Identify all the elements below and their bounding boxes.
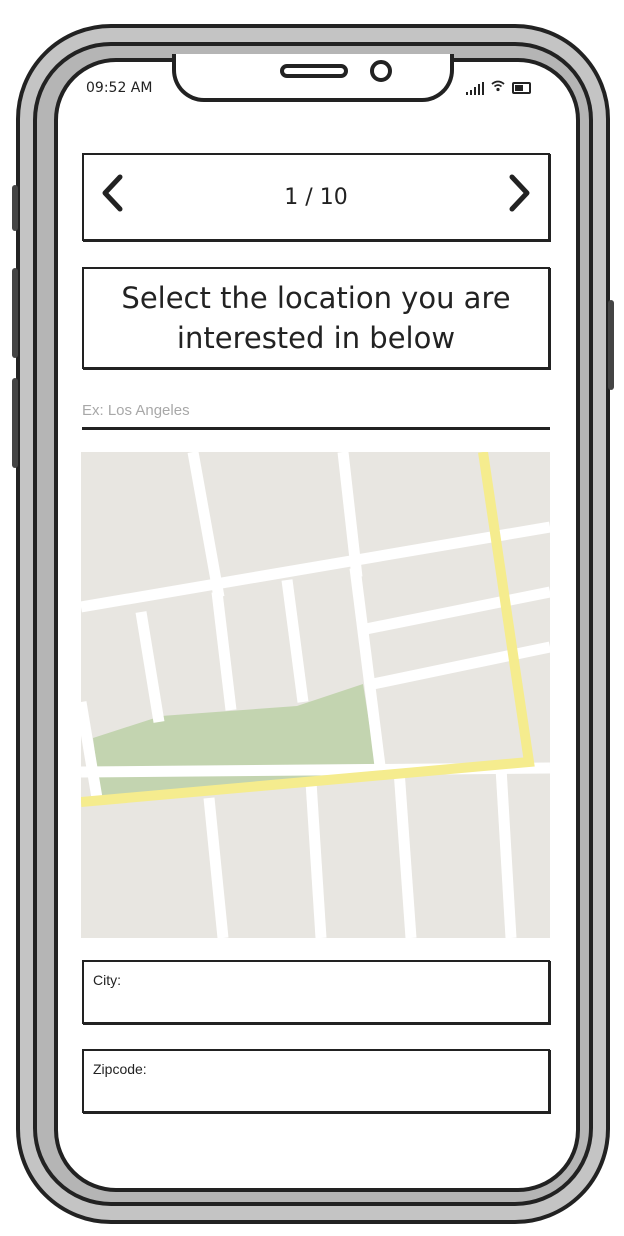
notch <box>172 54 454 102</box>
location-search-input[interactable] <box>82 396 550 424</box>
city-field[interactable]: City: <box>82 960 550 1024</box>
zipcode-input[interactable] <box>93 1081 539 1107</box>
volume-up-button <box>12 268 18 358</box>
battery-icon <box>512 82 531 94</box>
zipcode-field[interactable]: Zipcode: <box>82 1049 550 1113</box>
camera-icon <box>370 60 392 82</box>
chevron-right-icon <box>509 174 530 212</box>
question-heading: Select the location you are interested i… <box>82 267 550 369</box>
map[interactable] <box>81 452 550 938</box>
city-label: City: <box>93 972 121 988</box>
zipcode-label: Zipcode: <box>93 1061 147 1077</box>
status-time: 09:52 AM <box>86 80 153 96</box>
signal-icon <box>466 82 484 95</box>
page-indicator: 1 / 10 <box>284 185 348 210</box>
silent-switch <box>12 185 18 231</box>
speaker-icon <box>280 64 348 78</box>
next-button[interactable] <box>508 173 532 220</box>
volume-down-button <box>12 378 18 468</box>
wifi-icon <box>491 80 505 95</box>
map-canvas <box>81 452 550 938</box>
status-icons <box>466 80 531 95</box>
question-pager: 1 / 10 <box>82 153 550 241</box>
location-search <box>82 396 550 430</box>
city-input[interactable] <box>93 992 539 1018</box>
power-button <box>608 300 614 390</box>
